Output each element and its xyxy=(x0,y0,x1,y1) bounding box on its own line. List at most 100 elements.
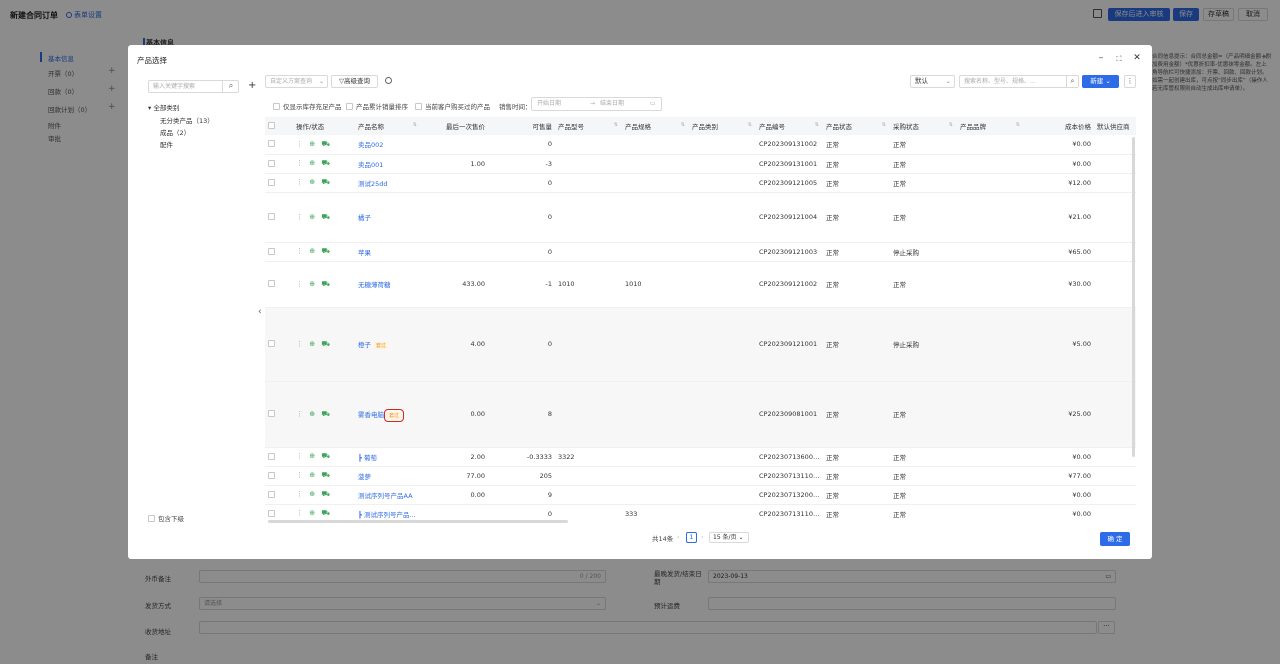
search-icon[interactable]: ⌕ xyxy=(222,80,239,93)
vertical-scrollbar[interactable] xyxy=(1132,137,1135,457)
checkbox[interactable] xyxy=(415,103,422,110)
only-in-stock-checkbox[interactable]: 仅显示库存充足产品 xyxy=(273,101,342,111)
cart-icon[interactable]: ⛟ xyxy=(321,178,332,186)
search-icon[interactable]: ⌕ xyxy=(1066,75,1079,88)
table-row[interactable]: ⋮ ⊕ ⛟ 橘子 0 CP202309121004 正常 正常 ¥21.00 xyxy=(265,192,1136,243)
minimize-icon[interactable]: – xyxy=(1096,53,1106,63)
gear-icon[interactable] xyxy=(385,77,392,84)
product-name-link[interactable]: ┣ 葡萄 xyxy=(358,454,377,462)
row-checkbox[interactable] xyxy=(268,340,275,347)
sales-date-range[interactable]: 开始日期 → 结束日期 ▭ xyxy=(531,97,662,111)
col-purchase-status[interactable]: 采购状态 ⇅ xyxy=(890,117,957,135)
next-page-icon[interactable]: › xyxy=(701,533,704,541)
product-name[interactable]: 橘子 xyxy=(355,192,421,243)
add-circle-icon[interactable]: ⊕ xyxy=(309,247,317,255)
add-circle-icon[interactable]: ⊕ xyxy=(309,280,317,288)
tree-node-all[interactable]: ▾ 全部类别 xyxy=(148,102,179,112)
table-row[interactable]: ⋮ ⊕ ⛟ 雾香电脑 套过 0.00 8 CP202309081001 正常 正常 ¥25.00 xyxy=(265,381,1136,448)
more-icon[interactable]: ⋮ xyxy=(296,340,305,348)
product-search-input[interactable]: 搜索名称、型号、规格、... xyxy=(959,75,1067,88)
page-size-select[interactable]: 15 条/页 ⌄ xyxy=(709,532,749,543)
row-checkbox[interactable] xyxy=(268,159,275,167)
cart-icon[interactable]: ⛟ xyxy=(321,247,332,255)
add-circle-icon[interactable]: ⊕ xyxy=(309,410,317,418)
row-checkbox[interactable] xyxy=(268,471,275,479)
sort-select[interactable]: 默认 ⌄ xyxy=(910,75,955,88)
col-model[interactable]: 产品型号 ⇅ xyxy=(555,117,622,135)
col-cost[interactable]: 成本价格 xyxy=(1024,117,1094,135)
cart-icon[interactable]: ⛟ xyxy=(321,410,332,418)
sort-icon[interactable]: ⇅ xyxy=(882,122,886,128)
product-name-link[interactable]: 测试25dd xyxy=(358,180,388,188)
cart-icon[interactable]: ⛟ xyxy=(321,213,332,221)
table-row[interactable]: ⋮ ⊕ ⛟ 无糖薄荷糖 433.00 -1 1010 1010 CP202309121002… xyxy=(265,261,1136,308)
confirm-button[interactable]: 确 定 xyxy=(1100,532,1130,546)
product-name-link[interactable]: 菠萝 xyxy=(358,473,371,481)
more-icon[interactable]: ⋮ xyxy=(296,280,305,288)
tree-node-finished[interactable]: 成品（2） xyxy=(160,127,190,137)
table-row[interactable]: ⋮ ⊕ ⛟ 测试序列号产品AA 0.00 9 CP2023071320001 正常 正常 ¥0… xyxy=(265,485,1136,505)
table-row[interactable]: ⋮ ⊕ ⛟ ┣ 葡萄 2.00 -0.3333 3322 CP2023071360001 正… xyxy=(265,447,1136,467)
bought-by-customer-checkbox[interactable]: 当前客户购买过的产品 xyxy=(415,101,490,111)
col-last-price[interactable]: 最后一次售价 xyxy=(421,117,488,135)
product-name[interactable]: ┣ 葡萄 xyxy=(355,447,421,467)
advanced-query-button[interactable]: ▽高级查询 xyxy=(331,75,378,88)
sort-icon[interactable]: ⇅ xyxy=(681,122,685,128)
table-row[interactable]: ⋮ ⊕ ⛟ 测试25dd 0 CP202309121005 正常 正常 ¥12.00 xyxy=(265,173,1136,193)
add-circle-icon[interactable]: ⊕ xyxy=(309,490,317,498)
more-icon[interactable]: ⋮ xyxy=(296,452,305,460)
tree-node-parts[interactable]: 配件 xyxy=(160,139,173,149)
prev-page-icon[interactable]: ‹ xyxy=(677,533,680,541)
more-icon[interactable]: ⋮ xyxy=(296,213,305,221)
product-name-link[interactable]: 卖品002 xyxy=(358,141,383,149)
cart-icon[interactable]: ⛟ xyxy=(321,490,332,498)
add-category-icon[interactable]: + xyxy=(248,80,256,91)
product-name[interactable]: 卖品002 xyxy=(355,135,421,155)
product-name[interactable]: 菠萝 xyxy=(355,466,421,486)
col-brand[interactable]: 产品品牌 ⇅ xyxy=(957,117,1024,135)
maximize-icon[interactable]: ⛶ xyxy=(1114,55,1124,64)
row-checkbox[interactable] xyxy=(268,178,275,186)
table-row[interactable]: ⋮ ⊕ ⛟ 橙子 套过 4.00 0 CP202309121001 正常 停止采购 ¥5.00 xyxy=(265,307,1136,382)
add-circle-icon[interactable]: ⊕ xyxy=(309,509,317,517)
sort-icon[interactable]: ⇅ xyxy=(949,122,953,128)
product-name-link[interactable]: 苹果 xyxy=(358,249,371,257)
tree-node-uncategorized[interactable]: 无分类产品（13） xyxy=(160,115,214,125)
cart-icon[interactable]: ⛟ xyxy=(321,140,332,148)
sort-icon[interactable]: ⇅ xyxy=(614,122,618,128)
row-checkbox[interactable] xyxy=(268,490,275,498)
page-number[interactable]: 1 xyxy=(686,532,697,543)
checkbox[interactable] xyxy=(346,103,353,110)
more-icon[interactable]: ⋮ xyxy=(296,178,305,186)
select-all-checkbox[interactable] xyxy=(268,122,275,129)
product-name[interactable]: 无糖薄荷糖 xyxy=(355,261,421,308)
row-checkbox[interactable] xyxy=(268,140,275,148)
table-row[interactable]: ⋮ ⊕ ⛟ 菠萝 77.00 205 CP2023071311001 正常 正常 ¥77.00 xyxy=(265,466,1136,486)
col-spec[interactable]: 产品规格 ⇅ xyxy=(622,117,689,135)
add-circle-icon[interactable]: ⊕ xyxy=(309,178,317,186)
col-available-qty[interactable]: 可售量 xyxy=(488,117,555,135)
product-name[interactable]: 橙子 套过 xyxy=(355,307,421,382)
cart-icon[interactable]: ⛟ xyxy=(321,452,332,460)
cart-icon[interactable]: ⛟ xyxy=(321,509,332,517)
checkbox[interactable] xyxy=(273,103,280,110)
more-icon[interactable]: ⋮ xyxy=(1124,75,1136,88)
row-checkbox[interactable] xyxy=(268,213,275,220)
row-checkbox[interactable] xyxy=(268,509,275,517)
scheme-select[interactable]: 自定义方案查询 ⌄ xyxy=(265,75,328,88)
sort-icon[interactable]: ⇅ xyxy=(815,122,819,128)
sort-by-sales-checkbox[interactable]: 产品累计销量排序 xyxy=(346,101,408,111)
product-name-link[interactable]: 橙子 xyxy=(358,341,371,349)
product-name[interactable]: 苹果 xyxy=(355,242,421,262)
row-checkbox[interactable] xyxy=(268,247,275,255)
add-circle-icon[interactable]: ⊕ xyxy=(309,471,317,479)
product-name-link[interactable]: 雾香电脑 xyxy=(358,411,384,419)
collapse-tree-icon[interactable]: ‹ xyxy=(258,307,262,317)
more-icon[interactable]: ⋮ xyxy=(296,410,305,418)
cart-icon[interactable]: ⛟ xyxy=(321,471,332,479)
cart-icon[interactable]: ⛟ xyxy=(321,280,332,288)
product-name[interactable]: 卖品001 xyxy=(355,154,421,174)
row-checkbox[interactable] xyxy=(268,280,275,287)
more-icon[interactable]: ⋮ xyxy=(296,159,305,167)
more-icon[interactable]: ⋮ xyxy=(296,140,305,148)
